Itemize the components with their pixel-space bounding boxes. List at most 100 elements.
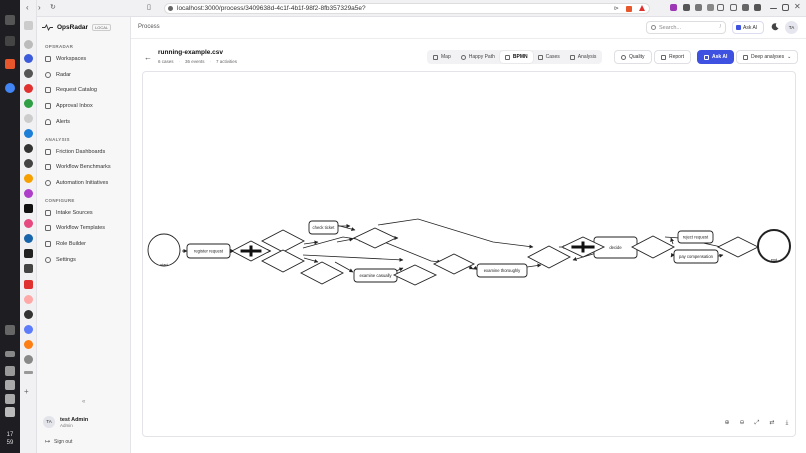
tab-favicon[interactable] [24,355,33,364]
minimize-icon[interactable] [770,8,777,9]
read-mode-icon[interactable]: ⊳ [614,5,619,12]
menu-icon[interactable] [754,4,761,11]
avatar[interactable]: TA [785,21,798,34]
tab-favicon[interactable] [24,340,33,349]
gateway-xor[interactable] [300,261,344,285]
ask-ai-button[interactable]: Ask AI [697,50,735,64]
extensions-icon[interactable] [742,4,749,11]
extension-icon[interactable] [683,4,690,11]
chrome-icon[interactable] [5,83,15,93]
tab-favicon[interactable] [24,69,33,78]
tab-map[interactable]: Map [428,51,456,63]
gateway-xor[interactable] [261,249,305,273]
split-view-icon[interactable] [730,4,737,11]
back-arrow-icon[interactable]: ← [144,53,152,62]
site-info-icon[interactable] [168,6,173,11]
gateway-xor[interactable] [392,264,438,286]
sidebar-item-workspaces[interactable]: Workspaces [45,56,86,62]
sidebar-item-role-builder[interactable]: Role Builder [45,241,86,247]
sign-out-button[interactable]: ↦ Sign out [45,438,72,446]
sidebar-item-settings[interactable]: Settings [45,257,76,263]
sidebar-item-friction-dashboards[interactable]: Friction Dashboards [45,149,105,155]
tab-favicon[interactable] [24,84,33,93]
shield-icon[interactable] [626,6,632,12]
close-window-icon[interactable]: ✕ [794,2,801,11]
collapse-sidebar-icon[interactable]: « [82,399,85,405]
sparkle-icon [736,25,741,30]
breadcrumb[interactable]: Process [138,24,160,30]
tab-happy-path[interactable]: Happy Path [456,51,500,63]
tab-favicon[interactable] [24,144,33,153]
bookmark-icon[interactable]: ▯ [147,3,151,11]
report-button[interactable]: Report [654,50,692,64]
tab-favicon[interactable] [24,99,33,108]
gateway-xor[interactable] [432,253,476,275]
reload-icon[interactable]: ↻ [50,3,56,11]
sparkle-icon [704,54,709,60]
zoom-in-icon[interactable]: ⊕ [723,419,731,427]
layout-icon[interactable]: ⇄ [768,419,776,427]
tab-favicon[interactable] [24,174,33,183]
ask-ai-header-button[interactable]: Ask AI [732,21,764,34]
url-text[interactable]: localhost:3000/process/3409638d-4c1f-4b1… [177,5,366,12]
tab-favicon[interactable] [24,159,33,168]
tab-favicon[interactable] [24,40,33,49]
tab-analysis[interactable]: Analysis [565,51,602,63]
sidebar-item-automation-initiatives[interactable]: Automation Initiatives [45,180,108,186]
tab-favicon[interactable] [24,54,33,63]
tab-favicon[interactable] [24,234,33,243]
start-event[interactable] [147,233,181,267]
back-icon[interactable]: ‹ [26,3,29,12]
tab-bpmn[interactable]: BPMN [499,51,533,63]
gateway-xor[interactable] [527,245,571,269]
maximize-icon[interactable] [782,4,789,11]
fit-view-icon[interactable]: ⤢ [753,419,761,427]
gateway-xor[interactable] [631,235,675,259]
sidebar-item-workflow-templates[interactable]: Workflow Templates [45,225,105,231]
bpmn-diagram[interactable]: start end register request check ticket exam… [143,72,797,438]
sidebar-item-alerts[interactable]: Alerts [45,119,70,125]
tab-cases[interactable]: Cases [533,51,565,63]
tab-favicon[interactable] [24,310,33,319]
sidebar-toggle-icon[interactable] [24,21,33,30]
rewards-icon[interactable] [639,5,645,11]
tab-favicon[interactable] [24,249,33,258]
gateway-xor[interactable] [716,236,760,258]
tab-favicon[interactable] [24,295,33,304]
extension-icon[interactable] [695,4,702,11]
forward-icon[interactable]: › [38,3,41,12]
app-icon[interactable] [5,15,15,25]
tab-favicon[interactable] [24,264,33,273]
extension-icon[interactable] [707,4,714,11]
deep-analyses-dropdown[interactable]: Deep analyses ⌄ [736,50,799,64]
address-bar[interactable]: localhost:3000/process/3409638d-4c1f-4b1… [164,3,650,14]
brave-icon[interactable] [5,59,15,69]
sidebar-item-workflow-benchmarks[interactable]: Workflow Benchmarks [45,164,111,170]
quality-button[interactable]: Quality [614,50,652,64]
tab-favicon[interactable] [24,219,33,228]
zoom-out-icon[interactable]: ⊖ [738,419,746,427]
sidebar-item-intake-sources[interactable]: Intake Sources [45,210,93,216]
tab-favicon[interactable] [24,280,33,289]
gateway-xor[interactable] [352,227,398,249]
terminal-icon[interactable] [5,36,15,46]
trash-icon[interactable] [5,325,15,335]
extension-icon[interactable] [670,4,677,11]
sidebar-item-approval-inbox[interactable]: Approval Inbox [45,103,93,109]
tab-favicon[interactable] [24,189,33,198]
tab-favicon[interactable] [24,204,33,213]
sidebar-item-radar[interactable]: Radar [45,72,71,78]
sidebar-icon[interactable] [717,4,724,11]
bpmn-canvas[interactable]: start end register request check ticket exam… [142,71,796,437]
moon-icon[interactable] [771,23,779,31]
download-icon[interactable]: ⤓ [783,419,791,427]
search-input[interactable]: Search... / [646,21,726,34]
tab-favicon[interactable] [24,325,33,334]
user-profile[interactable]: TA test Admin Admin [43,416,88,428]
tab-favicon[interactable] [24,129,33,138]
brand[interactable]: OpsRadar LOCAL [42,24,112,31]
new-tab-icon[interactable]: + [24,387,33,396]
tab-favicon[interactable] [24,114,33,123]
sidebar-item-request-catalog[interactable]: Request Catalog [45,87,97,93]
gateway-xor[interactable] [261,229,305,253]
